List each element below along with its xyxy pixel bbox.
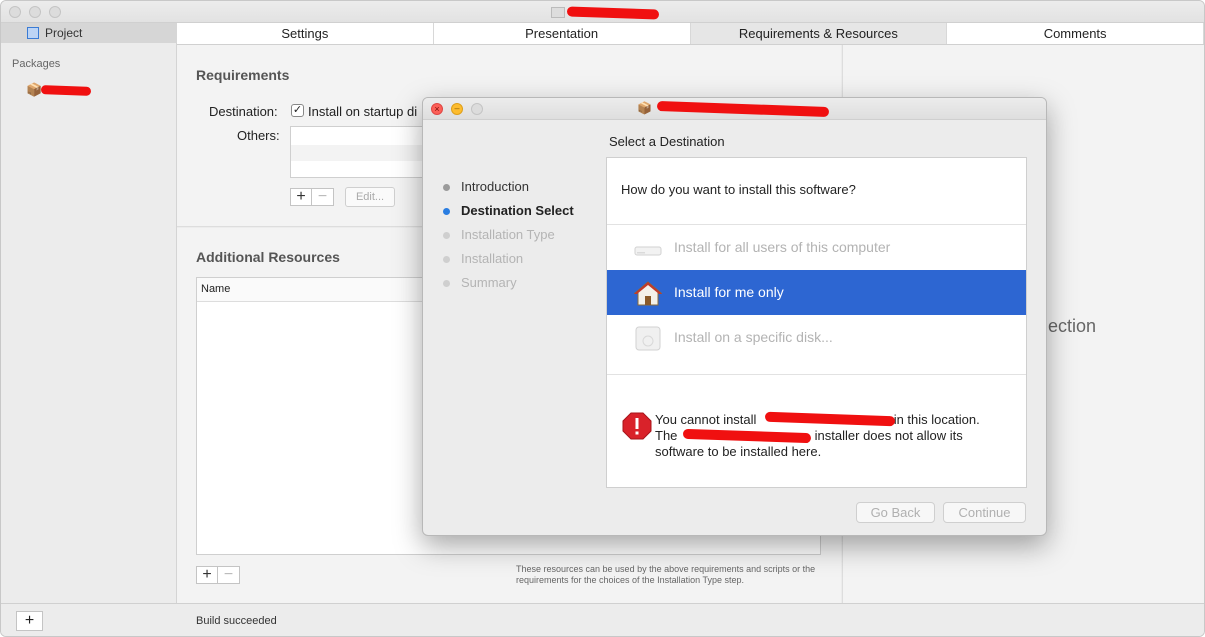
step-introduction: Introduction bbox=[443, 178, 613, 202]
disk-icon bbox=[635, 326, 661, 351]
resources-note: These resources can be used by the above… bbox=[516, 564, 816, 585]
installer-titlebar: × – 📦 bbox=[423, 98, 1046, 120]
step-installation: Installation bbox=[443, 250, 613, 274]
add-package-button[interactable]: + bbox=[16, 611, 43, 631]
no-selection-text: ection bbox=[1048, 316, 1097, 336]
step-installation-type: Installation Type bbox=[443, 226, 613, 250]
installer-minimize-button[interactable]: – bbox=[451, 103, 463, 115]
tab-comments[interactable]: Comments bbox=[947, 23, 1204, 44]
installer-zoom-button[interactable] bbox=[471, 103, 483, 115]
others-add-remove: + − bbox=[290, 188, 334, 206]
installer-close-button[interactable]: × bbox=[431, 103, 443, 115]
option-all-users[interactable]: Install for all users of this computer bbox=[607, 225, 1026, 270]
install-question: How do you want to install this software… bbox=[621, 182, 856, 197]
close-window-button[interactable] bbox=[9, 6, 21, 18]
destination-label: Destination: bbox=[209, 104, 278, 119]
minimize-window-button[interactable] bbox=[29, 6, 41, 18]
installer-steps: Introduction Destination Select Installa… bbox=[443, 178, 613, 298]
package-icon: 📦 bbox=[637, 101, 652, 115]
drive-icon bbox=[634, 246, 662, 256]
add-resource-button[interactable]: + bbox=[197, 567, 218, 583]
destination-checkbox[interactable]: ✓ bbox=[291, 104, 304, 117]
destination-content: How do you want to install this software… bbox=[606, 157, 1027, 488]
package-icon: 📦 bbox=[26, 82, 43, 97]
bottom-bar: + Build succeeded bbox=[1, 603, 1204, 636]
document-icon bbox=[551, 7, 565, 18]
build-status: Build succeeded bbox=[196, 615, 277, 627]
additional-resources-title: Additional Resources bbox=[196, 249, 340, 265]
warning-icon bbox=[622, 412, 652, 440]
step-dot-icon bbox=[443, 232, 450, 239]
edit-button[interactable]: Edit... bbox=[345, 187, 395, 207]
destination-checkbox-label: Install on startup di bbox=[308, 104, 418, 119]
tab-settings[interactable]: Settings bbox=[177, 23, 434, 44]
tab-requirements-resources[interactable]: Requirements & Resources bbox=[690, 23, 948, 44]
tab-bar: Settings Presentation Requirements & Res… bbox=[177, 23, 1204, 45]
remove-button[interactable]: − bbox=[312, 189, 333, 205]
tab-presentation[interactable]: Presentation bbox=[433, 23, 691, 44]
step-dot-icon bbox=[443, 184, 450, 191]
step-dot-icon bbox=[443, 280, 450, 287]
continue-button[interactable]: Continue bbox=[943, 502, 1026, 523]
project-icon bbox=[27, 27, 39, 39]
option-specific-disk[interactable]: Install on a specific disk... bbox=[607, 315, 1026, 360]
step-destination-select: Destination Select bbox=[443, 202, 613, 226]
step-dot-icon bbox=[443, 208, 450, 215]
option-me-only[interactable]: Install for me only bbox=[607, 270, 1026, 315]
sidebar: Project Packages 📦 bbox=[1, 23, 177, 603]
others-label: Others: bbox=[237, 128, 280, 143]
step-summary: Summary bbox=[443, 274, 613, 298]
packages-section-label: Packages bbox=[12, 58, 61, 70]
sidebar-item-project[interactable]: Project bbox=[1, 23, 177, 43]
go-back-button[interactable]: Go Back bbox=[856, 502, 935, 523]
zoom-window-button[interactable] bbox=[49, 6, 61, 18]
home-icon bbox=[633, 281, 663, 306]
installer-heading: Select a Destination bbox=[609, 134, 725, 149]
add-button[interactable]: + bbox=[291, 189, 312, 205]
sidebar-item-label: Project bbox=[45, 26, 83, 40]
remove-resource-button[interactable]: − bbox=[218, 567, 239, 583]
step-dot-icon bbox=[443, 256, 450, 263]
redaction bbox=[40, 85, 92, 96]
redaction bbox=[566, 6, 660, 20]
resources-add-remove: + − bbox=[196, 566, 240, 584]
installer-dialog: × – 📦 Select a Destination Introduction … bbox=[422, 97, 1047, 536]
requirements-title: Requirements bbox=[196, 67, 290, 83]
window-titlebar bbox=[1, 1, 1204, 23]
redaction bbox=[656, 101, 830, 117]
